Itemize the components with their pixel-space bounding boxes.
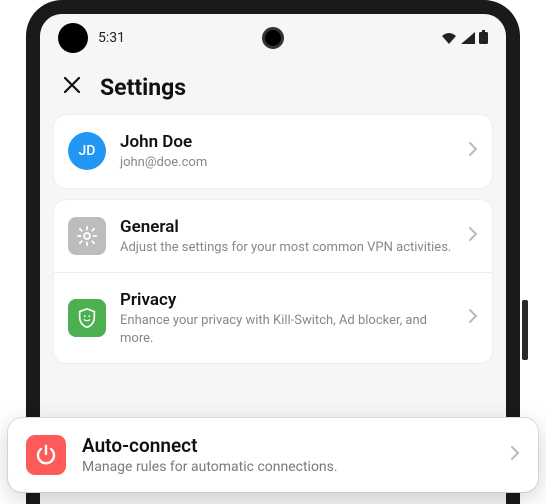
avatar-initials: JD bbox=[79, 143, 96, 159]
page-title: Settings bbox=[100, 74, 186, 101]
settings-list: JD John Doe john@doe.com bbox=[40, 115, 506, 363]
general-row[interactable]: General Adjust the settings for your mos… bbox=[54, 200, 492, 273]
autoconnect-row[interactable]: Auto-connect Manage rules for automatic … bbox=[8, 418, 538, 492]
avatar: JD bbox=[68, 132, 106, 170]
settings-card: General Adjust the settings for your mos… bbox=[54, 200, 492, 364]
general-text: General Adjust the settings for your mos… bbox=[120, 216, 454, 257]
profile-text: John Doe john@doe.com bbox=[120, 131, 454, 172]
autoconnect-title: Auto-connect bbox=[82, 434, 494, 458]
autoconnect-subtitle: Manage rules for automatic connections. bbox=[82, 458, 494, 476]
chevron-right-icon bbox=[468, 308, 478, 328]
page-header: Settings bbox=[40, 56, 506, 115]
privacy-text: Privacy Enhance your privacy with Kill-S… bbox=[120, 289, 454, 347]
status-bar: 5:31 bbox=[40, 14, 506, 56]
close-icon[interactable] bbox=[62, 75, 82, 100]
status-right bbox=[441, 29, 488, 48]
gear-icon bbox=[68, 217, 106, 255]
power-icon bbox=[26, 435, 66, 475]
chevron-right-icon bbox=[468, 141, 478, 161]
profile-card: JD John Doe john@doe.com bbox=[54, 115, 492, 188]
general-subtitle: Adjust the settings for your most common… bbox=[120, 239, 454, 257]
profile-name: John Doe bbox=[120, 131, 454, 153]
profile-email: john@doe.com bbox=[120, 154, 454, 172]
shield-icon bbox=[68, 299, 106, 337]
status-left: 5:31 bbox=[58, 23, 125, 53]
camera-notch-icon bbox=[262, 27, 284, 49]
status-avatar-icon bbox=[58, 23, 88, 53]
signal-icon bbox=[461, 29, 475, 48]
battery-icon bbox=[479, 29, 488, 48]
profile-row[interactable]: JD John Doe john@doe.com bbox=[54, 115, 492, 188]
wifi-icon bbox=[441, 29, 457, 48]
chevron-right-icon bbox=[468, 226, 478, 246]
privacy-row[interactable]: Privacy Enhance your privacy with Kill-S… bbox=[54, 272, 492, 363]
general-title: General bbox=[120, 216, 454, 238]
autoconnect-text: Auto-connect Manage rules for automatic … bbox=[82, 434, 494, 476]
phone-side-button bbox=[522, 300, 528, 360]
privacy-title: Privacy bbox=[120, 289, 454, 311]
chevron-right-icon bbox=[510, 445, 520, 465]
status-time: 5:31 bbox=[98, 30, 125, 46]
privacy-subtitle: Enhance your privacy with Kill-Switch, A… bbox=[120, 312, 454, 347]
